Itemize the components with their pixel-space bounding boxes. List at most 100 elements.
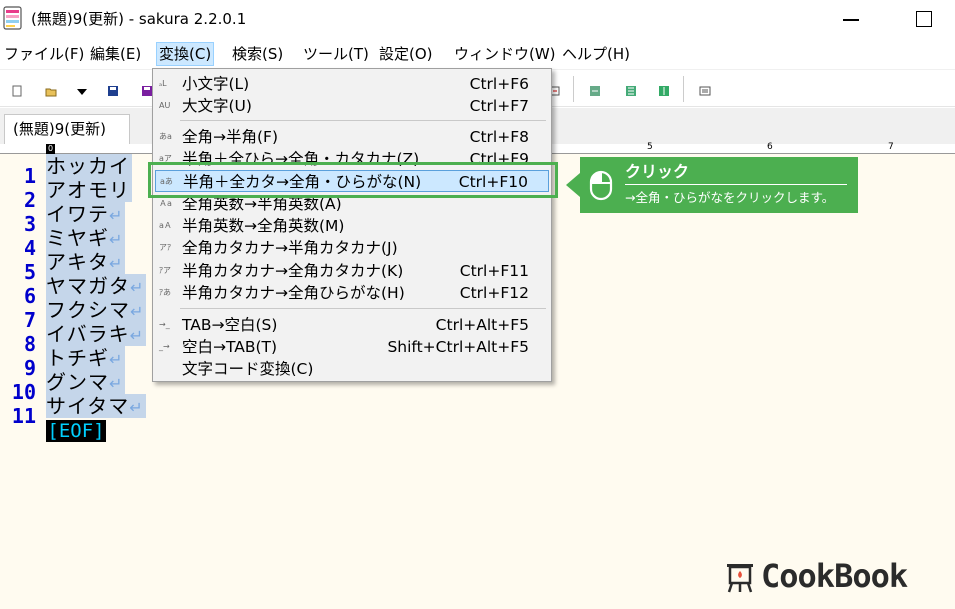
convert-dropdown-menu: ₐL 小文字(L) Ctrl+F6 AU 大文字(U) Ctrl+F7 あa 全…: [152, 68, 552, 382]
han-kata-icon: ｱア: [159, 266, 171, 275]
menu-item-han-kata[interactable]: ｱア 半角カタカナ→全角カタカナ(K) Ctrl+F11: [155, 260, 549, 282]
code-line[interactable]: トチギ↵: [46, 346, 126, 370]
minimize-button[interactable]: [833, 4, 869, 34]
menu-item-space-to-tab[interactable]: _→ 空白→TAB(T) Shift+Ctrl+Alt+F5: [155, 336, 549, 358]
line-text: アキタ: [46, 250, 109, 274]
window-title: (無題)9(更新) - sakura 2.2.0.1: [31, 10, 247, 28]
annotation-tooltip: クリック →全角・ひらがなをクリックします。: [580, 157, 858, 213]
menu-item-lowercase[interactable]: ₐL 小文字(L) Ctrl+F6: [155, 73, 549, 95]
menu-item-han-kata-hira[interactable]: ｱあ 半角カタカナ→全角ひらがな(H) Ctrl+F12: [155, 282, 549, 304]
menu-item-label: 全角→半角(F): [182, 128, 278, 146]
menu-edit[interactable]: 編集(E): [88, 42, 143, 66]
tooltip-description: →全角・ひらがなをクリックします。: [625, 190, 835, 205]
menu-item-shortcut: Ctrl+F12: [459, 284, 529, 302]
eol-marker: ↵: [130, 278, 145, 297]
line-number: 2: [23, 188, 36, 212]
line-number: 11: [11, 404, 36, 428]
line-number: 9: [23, 356, 36, 380]
tooltip-divider: [625, 184, 847, 185]
menu-tools[interactable]: ツール(T): [301, 42, 371, 66]
menu-item-label: 大文字(U): [182, 97, 252, 115]
line-text: トチギ: [46, 346, 109, 370]
menu-item-zen-to-han[interactable]: あa 全角→半角(F) Ctrl+F8: [155, 126, 549, 148]
uppercase-icon: AU: [159, 101, 171, 110]
line-number: 6: [23, 284, 36, 308]
code-line[interactable]: アオモリ: [46, 178, 132, 202]
eol-marker: ↵: [109, 254, 124, 273]
menu-item-charcode-convert[interactable]: 文字コード変換(C): [155, 358, 549, 380]
menu-item-uppercase[interactable]: AU 大文字(U) Ctrl+F7: [155, 95, 549, 117]
menu-item-label: 空白→TAB(T): [182, 338, 278, 356]
menu-item-tab-to-space[interactable]: →_ TAB→空白(S) Ctrl+Alt+F5: [155, 314, 549, 336]
menu-item-shortcut: Shift+Ctrl+Alt+F5: [387, 338, 529, 356]
menu-item-shortcut: Ctrl+F8: [469, 128, 529, 146]
line-number: 4: [23, 236, 36, 260]
menu-item-zen-kata[interactable]: アｱ 全角カタカナ→半角カタカナ(J): [155, 237, 549, 259]
line-number: 3: [23, 212, 36, 236]
code-line[interactable]: フクシマ↵: [46, 298, 147, 322]
zen-to-han-icon: あa: [159, 132, 172, 141]
line-text: イワテ: [46, 202, 109, 226]
line-text: グンマ: [46, 370, 109, 394]
menu-item-label: 小文字(L): [182, 75, 250, 93]
menu-item-shortcut: Ctrl+F11: [459, 262, 529, 280]
menu-settings[interactable]: 設定(O): [377, 42, 435, 66]
dropdown-arrow-icon[interactable]: [76, 82, 88, 95]
ruler-mark: 6: [767, 142, 773, 152]
cooking-pot-icon: [723, 558, 757, 594]
menu-item-shortcut: Ctrl+F7: [469, 97, 529, 115]
tool-c-icon[interactable]: [658, 82, 670, 96]
menu-item-shortcut: Ctrl+F6: [469, 75, 529, 93]
ruler-zero-marker: 0: [46, 144, 55, 154]
tab-document[interactable]: (無題)9(更新): [4, 114, 130, 144]
menu-convert[interactable]: 変換(C): [156, 42, 215, 66]
eol-marker: ↵: [109, 230, 124, 249]
eol-marker: ↵: [130, 302, 145, 321]
code-line[interactable]: グンマ↵: [46, 370, 126, 394]
open-folder-icon[interactable]: [45, 82, 57, 97]
eof-marker: [EOF]: [46, 420, 106, 442]
tab-to-space-icon: →_: [159, 320, 170, 329]
code-line[interactable]: イワテ↵: [46, 202, 126, 226]
menu-item-label: 全角カタカナ→半角カタカナ(J): [182, 239, 398, 257]
line-number: 7: [23, 308, 36, 332]
menu-separator: [180, 308, 546, 309]
eol-marker: ↵: [109, 206, 124, 225]
menu-item-label: 半角英数→全角英数(M): [182, 217, 345, 235]
line-text: サイタマ: [46, 394, 130, 418]
code-line[interactable]: ホッカイ: [46, 154, 132, 178]
tooltip-arrow: [566, 173, 580, 197]
space-to-tab-icon: _→: [159, 342, 170, 351]
code-line[interactable]: ミヤギ↵: [46, 226, 126, 250]
save-icon[interactable]: [107, 82, 119, 96]
menu-file[interactable]: ファイル(F): [2, 42, 86, 66]
menu-item-label: 半角カタカナ→全角ひらがな(H): [182, 284, 405, 302]
code-line[interactable]: ヤマガタ↵: [46, 274, 147, 298]
han-kata-hira-icon: ｱあ: [159, 288, 171, 297]
watermark-text: CookBook: [761, 557, 908, 595]
eol-marker: ↵: [129, 326, 145, 345]
tool-b-icon[interactable]: [625, 82, 637, 96]
menu-item-han-alnum[interactable]: aＡ 半角英数→全角英数(M): [155, 215, 549, 237]
menu-bar: ファイル(F) 編集(E) 変換(C) 検索(S) ツール(T) 設定(O) ウ…: [0, 39, 955, 68]
tool-d-icon[interactable]: [699, 82, 711, 96]
code-line[interactable]: アキタ↵: [46, 250, 126, 274]
tool-a-icon[interactable]: [589, 82, 601, 96]
menu-window[interactable]: ウィンドウ(W): [452, 42, 558, 66]
code-line[interactable]: イバラキ↵: [46, 322, 147, 346]
menu-help[interactable]: ヘルプ(H): [560, 42, 632, 66]
ruler-mark: 7: [888, 142, 894, 152]
maximize-button[interactable]: [905, 4, 941, 34]
new-file-icon[interactable]: [11, 82, 23, 97]
line-text: ヤマガタ: [46, 274, 130, 298]
line-text: フクシマ: [46, 298, 130, 322]
menu-item-label: 半角カタカナ→全角カタカナ(K): [182, 262, 404, 280]
toolbar-separator: [573, 76, 574, 102]
sakura-app-icon[interactable]: [3, 6, 23, 30]
menu-item-label: 文字コード変換(C): [182, 360, 314, 378]
line-number: 8: [23, 332, 36, 356]
menu-search[interactable]: 検索(S): [230, 42, 285, 66]
line-text: イバラキ: [46, 322, 130, 346]
code-line[interactable]: サイタマ↵: [46, 394, 146, 418]
tooltip-title: クリック: [625, 162, 690, 181]
